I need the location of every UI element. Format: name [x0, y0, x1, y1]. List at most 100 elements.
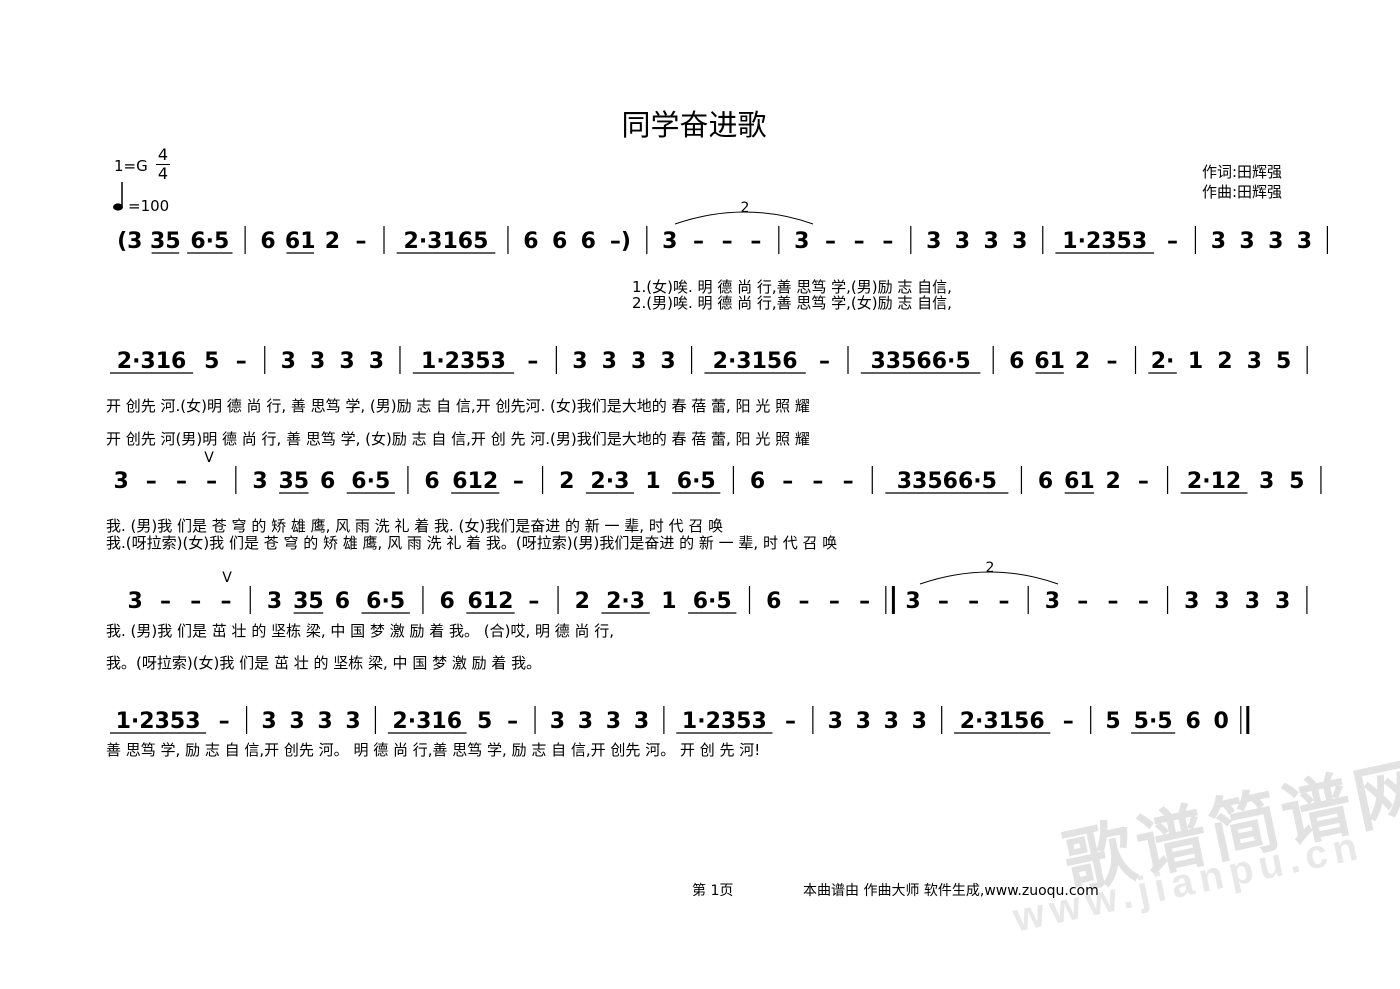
note-group: 5·5 — [1134, 709, 1173, 734]
note-group: – — [1167, 229, 1178, 254]
note-group: (3 — [117, 229, 142, 254]
note-group: – — [799, 589, 810, 614]
note-group: 3 — [606, 709, 621, 734]
note-group: 6 — [335, 589, 350, 614]
note-group: 61 — [1034, 349, 1065, 374]
note-group: 3 — [572, 349, 587, 374]
note-group: 6 — [440, 589, 455, 614]
note-group: 2 — [1075, 349, 1090, 374]
note-group: 6 — [320, 469, 335, 494]
note-group: 3 — [1297, 229, 1312, 254]
note-group: 6·5 — [693, 589, 732, 614]
note-group: 3 — [1184, 589, 1199, 614]
note-group: – — [528, 589, 539, 614]
note-group: – — [829, 589, 840, 614]
note-group: 6 — [581, 229, 596, 254]
note-group: 612 — [452, 469, 498, 494]
note-group: 3 — [1214, 589, 1229, 614]
note-group: – — [513, 469, 524, 494]
note-group: 3 — [1045, 589, 1060, 614]
note-group: 3 — [1259, 469, 1274, 494]
note-group: 1 — [645, 469, 660, 494]
note-group: 2·3 — [590, 469, 629, 494]
note-group: – — [882, 229, 893, 254]
lyric-line-3-2: 我.(呀拉索)(女)我 们是 苍 穹 的 矫 雄 鹰, 风 雨 洗 礼 着 我。… — [106, 534, 838, 552]
note-group: 612 — [468, 589, 514, 614]
note-group: 3 — [127, 589, 142, 614]
note-group: 33566·5 — [897, 469, 997, 494]
note-group: – — [1077, 589, 1088, 614]
note-group: 6 — [1186, 709, 1201, 734]
note-group: 3 — [794, 229, 809, 254]
note-group: 1·2353 — [116, 709, 201, 734]
note-group: 3 — [955, 229, 970, 254]
note-group: – — [854, 229, 865, 254]
note-group: 5 — [477, 709, 492, 734]
note-group: 3 — [310, 349, 325, 374]
note-group: 33566·5 — [871, 349, 971, 374]
note-group: – — [1106, 349, 1117, 374]
note-group: 1·2353 — [421, 349, 506, 374]
breath-mark: V — [204, 450, 214, 466]
note-group: 61 — [285, 229, 316, 254]
note-group: 3 — [281, 349, 296, 374]
note-group: 6·5 — [677, 469, 716, 494]
note-group: 3 — [631, 349, 646, 374]
note-group: – — [236, 349, 247, 374]
note-group: – — [146, 469, 157, 494]
note-group: 6·5 — [190, 229, 229, 254]
breath-mark: V — [222, 570, 232, 586]
note-group: 2 — [325, 229, 340, 254]
note-group: 3 — [113, 469, 128, 494]
note-group: 3 — [660, 349, 675, 374]
note-group: – — [190, 589, 201, 614]
note-group: – — [825, 229, 836, 254]
note-group: 5 — [1276, 349, 1291, 374]
note-group: 6 — [523, 229, 538, 254]
note-group: 1·2353 — [1062, 229, 1147, 254]
note-group: 2·316 — [392, 709, 462, 734]
note-group: 3 — [267, 589, 282, 614]
note-group: 3 — [317, 709, 332, 734]
note-group: – — [219, 709, 230, 734]
note-group: – — [998, 589, 1009, 614]
note-group: – — [722, 229, 733, 254]
note-group: 5 — [204, 349, 219, 374]
note-group: 35 — [278, 469, 309, 494]
lyric-line-4-1: 我. (男)我 们是 茁 壮 的 坚栋 梁, 中 国 梦 激 励 着 我。 (合… — [106, 622, 615, 640]
note-group: – — [176, 469, 187, 494]
note-group: 3 — [662, 229, 677, 254]
note-group: 3 — [1239, 229, 1254, 254]
note-group: 1·2353 — [682, 709, 767, 734]
note-group: 3 — [602, 349, 617, 374]
note-group: – — [507, 709, 518, 734]
score-page: 歌谱简谱网 www.jianpu.cn 同学奋进歌 1=G 4 4 =100 作… — [0, 0, 1400, 989]
note-group: – — [785, 709, 796, 734]
note-group: – — [938, 589, 949, 614]
note-group: 2·316 — [117, 349, 187, 374]
note-group: 3 — [1245, 589, 1260, 614]
note-group: 2·3156 — [960, 709, 1045, 734]
note-group: 3 — [1012, 229, 1027, 254]
note-group: 3 — [261, 709, 276, 734]
note-group: 6 — [766, 589, 781, 614]
note-group: – — [750, 229, 761, 254]
note-group: 3 — [550, 709, 565, 734]
note-group: 6 — [750, 469, 765, 494]
note-group: 2·3156 — [713, 349, 798, 374]
note-group: – — [1063, 709, 1074, 734]
note-group: 3 — [1247, 349, 1262, 374]
note-group: 5 — [1105, 709, 1120, 734]
lyric-line-2-2: 开 创先 河(男)明 德 尚 行, 善 思笃 学, (女)励 志 自 信,开 创… — [106, 430, 810, 448]
note-group: 6 — [424, 469, 439, 494]
note-group: 3 — [828, 709, 843, 734]
note-group: 3 — [634, 709, 649, 734]
note-group: 2·3 — [606, 589, 645, 614]
note-group: 3 — [983, 229, 998, 254]
note-group: 61 — [1064, 469, 1095, 494]
note-group: 3 — [905, 589, 920, 614]
note-group: – — [356, 229, 367, 254]
note-group: 1 — [661, 589, 676, 614]
note-group: – — [819, 349, 830, 374]
note-group: 3 — [369, 349, 384, 374]
